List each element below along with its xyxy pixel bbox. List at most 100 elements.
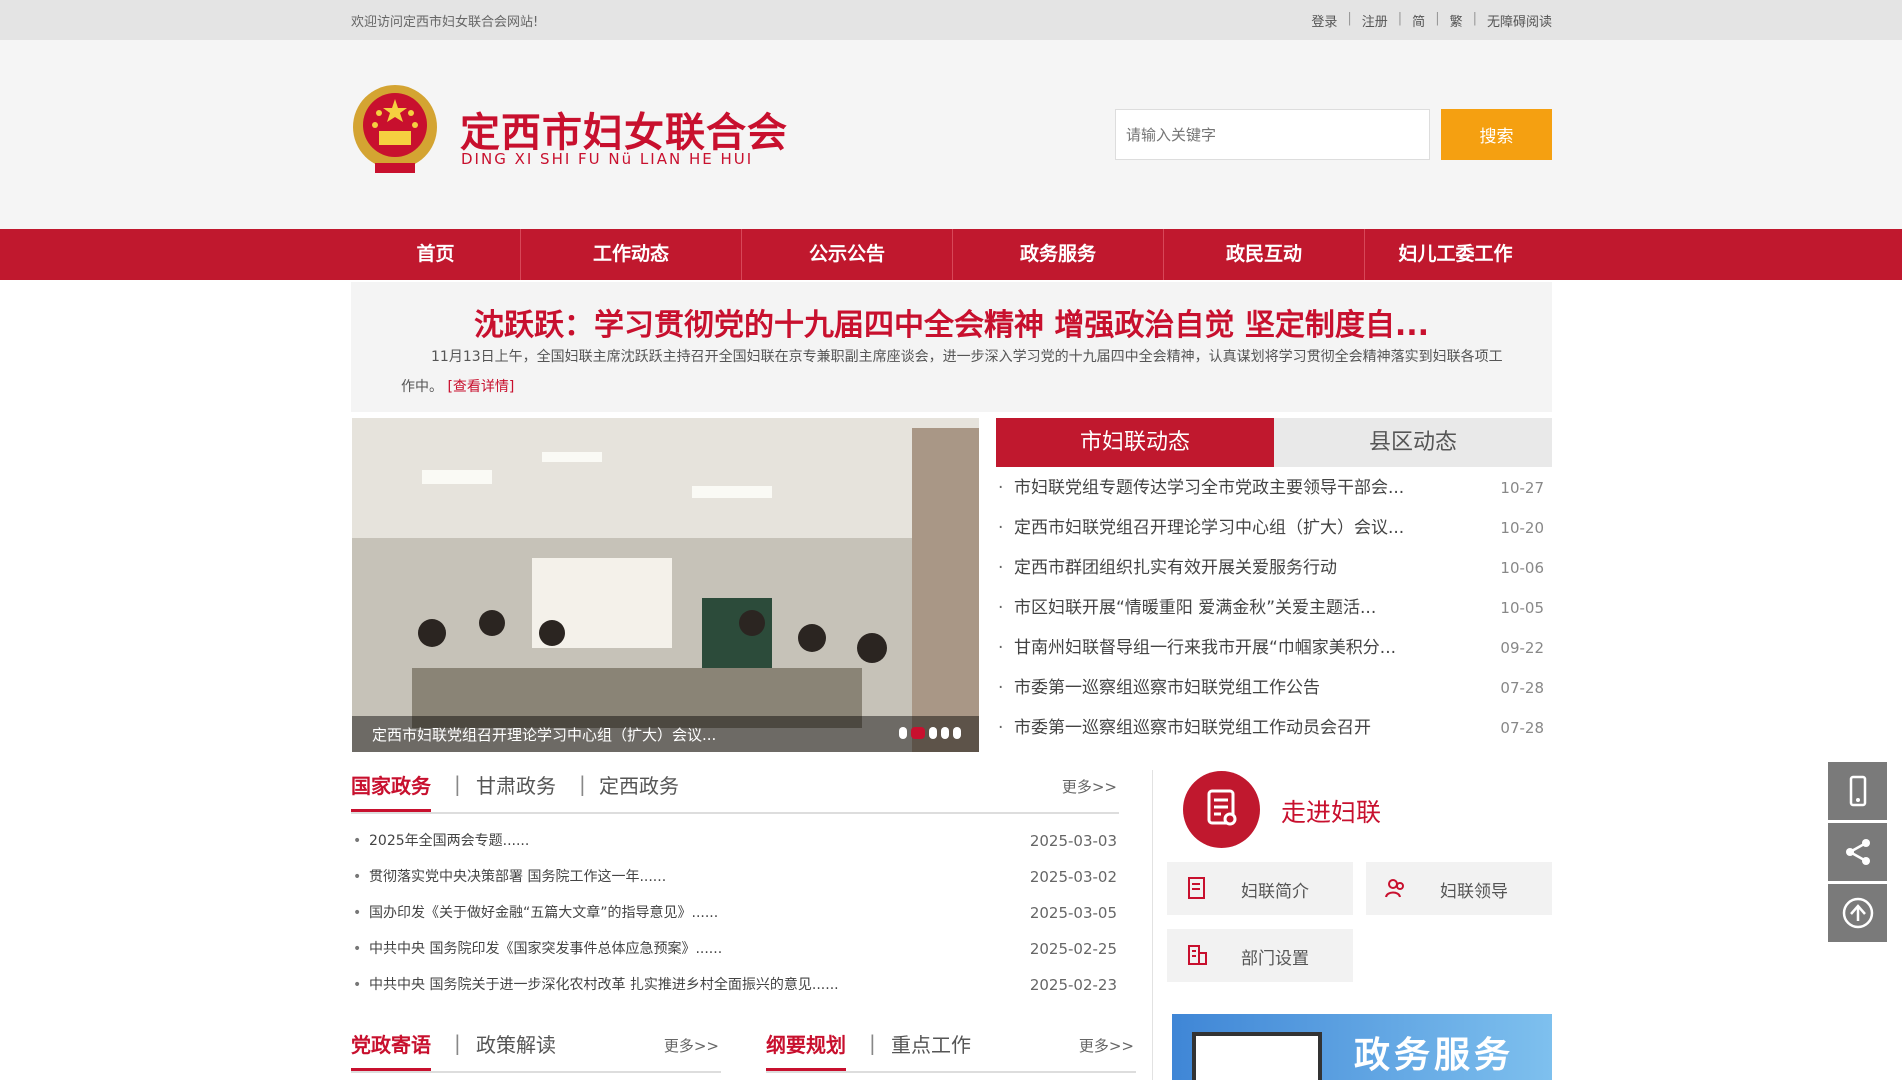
site-header [0, 40, 1902, 229]
summary-text: 11月13日上午，全国妇联主席沈跃跃主持召开全国妇联在京专兼职副主席座谈会，进一… [401, 349, 1503, 395]
departments-button[interactable]: 部门设置 [1167, 929, 1353, 982]
tab-city-news[interactable]: 市妇联动态 [996, 418, 1274, 467]
news-date: 07-28 [1500, 679, 1544, 697]
gov-item-title[interactable]: 贯彻落实党中央决策部署 国务院工作这一年...... [369, 869, 666, 885]
back-to-top-button[interactable] [1828, 884, 1887, 942]
tab-party-messages[interactable]: 党政寄语 [351, 1029, 431, 1071]
news-title[interactable]: 甘南州妇联督导组一行来我市开展“巾帼家美积分... [1014, 638, 1396, 658]
view-details-link[interactable]: [查看详情] [447, 379, 514, 395]
tab-key-work[interactable]: 重点工作 [891, 1029, 971, 1058]
button-label: 部门设置 [1241, 949, 1309, 969]
headline-section: 沈跃跃：学习贯彻党的十九届四中全会精神 增强政治自觉 坚定制度自... 11月1… [351, 282, 1552, 412]
gov-item-title[interactable]: 中共中央 国务院印发《国家突发事件总体应急预案》...... [369, 941, 722, 957]
news-date: 10-05 [1500, 599, 1544, 617]
accessibility-link[interactable]: 无障碍阅读 [1487, 11, 1552, 30]
divider: | [869, 1031, 876, 1055]
gov-item-date: 2025-03-03 [1029, 832, 1117, 850]
traditional-link[interactable]: 繁 [1450, 11, 1463, 30]
about-intro-button[interactable]: 妇联简介 [1167, 862, 1353, 915]
slider-caption: 定西市妇联党组召开理论学习中心组（扩大）会议... [352, 716, 979, 752]
news-title[interactable]: 定西市群团组织扎实有效开展关爱服务行动 [1014, 558, 1337, 578]
site-subtitle: DING XI SHI FU Nü LIAN HE HUI [461, 150, 754, 168]
news-tabs: 市妇联动态 县区动态 [996, 418, 1552, 467]
top-bar: 欢迎访问定西市妇女联合会网站! 登录 | 注册 | 简 | 繁 | 无障碍阅读 [0, 0, 1902, 40]
slider-dot[interactable] [953, 727, 961, 739]
top-links: 登录 | 注册 | 简 | 繁 | 无障碍阅读 [1311, 11, 1552, 30]
divider: | [1435, 11, 1440, 26]
register-link[interactable]: 注册 [1362, 11, 1388, 30]
slider-dots [899, 727, 961, 739]
slider-dot[interactable] [929, 727, 937, 739]
share-button[interactable] [1828, 823, 1887, 881]
list-item[interactable]: • 国办印发《关于做好金融“五篇大文章”的指导意见》...... 2025-03-0… [351, 895, 1119, 931]
computer-screen-icon [1192, 1032, 1322, 1080]
list-item[interactable]: · 甘南州妇联督导组一行来我市开展“巾帼家美积分... 09-22 [996, 628, 1552, 668]
divider: | [579, 772, 586, 796]
list-item[interactable]: • 贯彻落实党中央决策部署 国务院工作这一年...... 2025-03-02 [351, 859, 1119, 895]
list-item[interactable]: • 中共中央 国务院关于进一步深化农村改革 扎实推进乡村全面振兴的意见......… [351, 967, 1119, 1003]
gov-service-banner[interactable]: 政务服务 [1172, 1014, 1552, 1080]
slider-dot[interactable] [941, 727, 949, 739]
news-title[interactable]: 市妇联党组专题传达学习全市党政主要领导干部会... [1014, 478, 1404, 498]
leaders-button[interactable]: 妇联领导 [1366, 862, 1552, 915]
national-emblem-icon [353, 85, 437, 173]
tab-national-affairs[interactable]: 国家政务 [351, 770, 431, 812]
tab-dingxi-affairs[interactable]: 定西政务 [599, 770, 679, 799]
divider: | [454, 772, 461, 796]
building-icon [1188, 945, 1207, 965]
photo-slider[interactable]: 定西市妇联党组召开理论学习中心组（扩大）会议... [352, 418, 979, 752]
list-item[interactable]: · 定西市群团组织扎实有效开展关爱服务行动 10-06 [996, 548, 1552, 588]
divider: | [1472, 11, 1477, 26]
more-link[interactable]: 更多>> [1079, 1035, 1134, 1056]
document-icon [1183, 771, 1260, 848]
nav-item-work-news[interactable]: 工作动态 [521, 229, 742, 280]
gov-item-date: 2025-02-23 [1029, 976, 1117, 994]
more-link[interactable]: 更多>> [664, 1035, 719, 1056]
nav-item-notices[interactable]: 公示公告 [742, 229, 953, 280]
slider-dot[interactable] [899, 727, 907, 739]
headline-summary: 11月13日上午，全国妇联主席沈跃跃主持召开全国妇联在京专兼职副主席座谈会，进一… [401, 342, 1511, 402]
simplified-link[interactable]: 简 [1412, 11, 1425, 30]
divider: | [1347, 11, 1352, 26]
nav-item-interaction[interactable]: 政民互动 [1164, 229, 1365, 280]
mobile-button[interactable] [1828, 762, 1887, 820]
list-item[interactable]: · 定西市妇联党组召开理论学习中心组（扩大）会议... 10-20 [996, 508, 1552, 548]
login-link[interactable]: 登录 [1311, 11, 1337, 30]
nav-item-gov-services[interactable]: 政务服务 [953, 229, 1164, 280]
list-item[interactable]: · 市委第一巡察组巡察市妇联党组工作动员会召开 07-28 [996, 708, 1552, 748]
tab-policy-interpretation[interactable]: 政策解读 [476, 1029, 556, 1058]
planning-tabs: 纲要规划 | 重点工作 更多>> [766, 1029, 1136, 1073]
gov-service-label: 政务服务 [1354, 1035, 1515, 1076]
news-title[interactable]: 市委第一巡察组巡察市妇联党组工作公告 [1014, 678, 1320, 698]
list-item[interactable]: · 市区妇联开展“情暖重阳 爱满金秋”关爱主题活... 10-05 [996, 588, 1552, 628]
more-link[interactable]: 更多>> [1062, 776, 1117, 797]
news-title[interactable]: 市区妇联开展“情暖重阳 爱满金秋”关爱主题活... [1014, 598, 1376, 618]
headline-title[interactable]: 沈跃跃：学习贯彻党的十九届四中全会精神 增强政治自觉 坚定制度自... [351, 300, 1552, 344]
button-label: 妇联领导 [1440, 882, 1508, 902]
slider-dot-active[interactable] [911, 727, 925, 739]
news-date: 10-27 [1500, 479, 1544, 497]
news-title[interactable]: 定西市妇联党组召开理论学习中心组（扩大）会议... [1014, 518, 1404, 538]
list-item[interactable]: · 市妇联党组专题传达学习全市党政主要领导干部会... 10-27 [996, 468, 1552, 508]
list-item[interactable]: · 市委第一巡察组巡察市妇联党组工作公告 07-28 [996, 668, 1552, 708]
main-nav: 首页 工作动态 公示公告 政务服务 政民互动 妇儿工委工作 [0, 229, 1902, 280]
tab-gansu-affairs[interactable]: 甘肃政务 [476, 770, 556, 799]
gov-item-title[interactable]: 中共中央 国务院关于进一步深化农村改革 扎实推进乡村全面振兴的意见...... [369, 977, 839, 993]
news-title[interactable]: 市委第一巡察组巡察市妇联党组工作动员会召开 [1014, 718, 1371, 738]
gov-item-date: 2025-03-02 [1029, 868, 1117, 886]
search-input[interactable] [1115, 109, 1430, 160]
people-icon [1385, 879, 1404, 898]
search-button[interactable]: 搜索 [1441, 109, 1552, 160]
nav-item-children-committee[interactable]: 妇儿工委工作 [1365, 229, 1546, 280]
gov-item-title[interactable]: 国办印发《关于做好金融“五篇大文章”的指导意见》...... [369, 905, 718, 921]
list-item[interactable]: • 2025年全国两会专题...... 2025-03-03 [351, 823, 1119, 859]
section-title-about[interactable]: 走进妇联 [1281, 793, 1381, 829]
divider: | [454, 1031, 461, 1055]
tab-outline-planning[interactable]: 纲要规划 [766, 1029, 846, 1071]
nav-item-home[interactable]: 首页 [351, 229, 521, 280]
slider-caption-text[interactable]: 定西市妇联党组召开理论学习中心组（扩大）会议... [372, 724, 716, 745]
list-item[interactable]: • 中共中央 国务院印发《国家突发事件总体应急预案》...... 2025-02-2… [351, 931, 1119, 967]
gov-item-title[interactable]: 2025年全国两会专题...... [369, 833, 529, 849]
tab-county-news[interactable]: 县区动态 [1274, 418, 1552, 467]
news-date: 10-20 [1500, 519, 1544, 537]
